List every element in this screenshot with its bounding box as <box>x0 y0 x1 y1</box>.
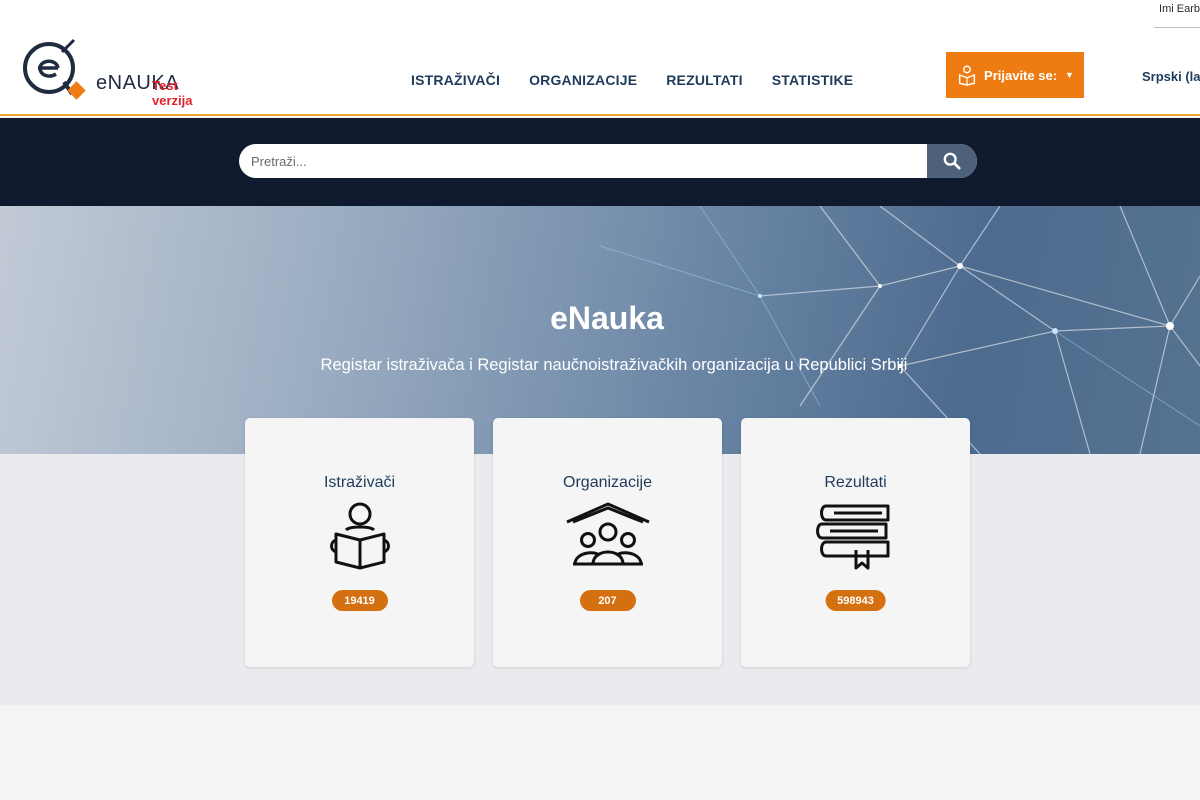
hero-banner: eNauka Registar istraživača i Registar n… <box>0 206 1200 454</box>
nav-results[interactable]: REZULTATI <box>666 72 742 88</box>
login-label: Prijavite se: <box>984 67 1058 83</box>
user-name[interactable]: Imi Earb <box>1159 0 1200 15</box>
search-band <box>0 118 1200 206</box>
logo-mark-icon <box>23 38 86 100</box>
user-reading-icon <box>958 65 976 86</box>
nav-statistics[interactable]: STATISTIKE <box>772 72 854 88</box>
login-button[interactable]: Prijavite se: ▼ <box>946 52 1084 98</box>
search-bar <box>239 144 977 178</box>
hero-subtitle: Registar istraživača i Registar naučnois… <box>320 356 908 374</box>
card-organizations[interactable]: Organizacije 207 <box>493 418 722 667</box>
user-divider <box>1154 27 1200 28</box>
search-icon <box>943 152 961 170</box>
books-icon <box>815 504 889 570</box>
language-selector[interactable]: Srpski (lat <box>1142 69 1200 84</box>
card-title: Rezultati <box>824 474 887 491</box>
card-title: Organizacije <box>563 474 652 491</box>
top-header: Imi Earb eNAUKA Test verzija ISTRAŽIVAČI… <box>0 0 1200 116</box>
test-version-label: Test verzija <box>152 78 193 108</box>
search-button[interactable] <box>927 144 977 178</box>
caret-down-icon: ▼ <box>1065 70 1074 80</box>
main-nav: ISTRAŽIVAČI ORGANIZACIJE REZULTATI STATI… <box>411 72 853 88</box>
group-house-icon <box>565 502 650 566</box>
results-count-badge: 598943 <box>825 590 886 611</box>
nav-researchers[interactable]: ISTRAŽIVAČI <box>411 72 500 88</box>
nav-organizations[interactable]: ORGANIZACIJE <box>529 72 637 88</box>
search-input[interactable] <box>239 144 927 178</box>
card-researchers[interactable]: Istraživači 19419 <box>245 418 474 667</box>
hero-title: eNauka <box>550 300 664 336</box>
card-title: Istraživači <box>323 474 396 491</box>
researchers-count-badge: 19419 <box>331 590 388 611</box>
card-results[interactable]: Rezultati 598943 <box>741 418 970 667</box>
site-logo[interactable]: eNAUKA Test verzija <box>22 38 202 108</box>
organizations-count-badge: 207 <box>579 590 636 611</box>
reader-icon <box>329 502 390 570</box>
